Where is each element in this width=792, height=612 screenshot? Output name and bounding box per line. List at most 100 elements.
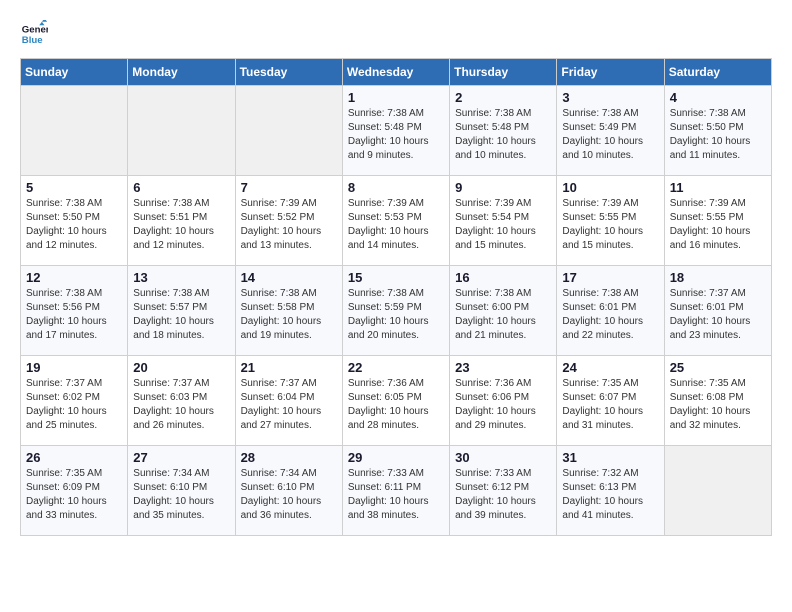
- day-info: Sunrise: 7:38 AM Sunset: 5:51 PM Dayligh…: [133, 197, 229, 253]
- calendar-cell: 18Sunrise: 7:37 AM Sunset: 6:01 PM Dayli…: [664, 266, 771, 356]
- day-number: 6: [133, 180, 229, 195]
- calendar-cell: 20 Sunrise: 7:37 AM Sunset: 6:03 PM Dayli…: [128, 356, 235, 446]
- day-info: Sunrise: 7:36 AM Sunset: 6:05 PM Dayligh…: [348, 377, 444, 433]
- calendar-cell: 19 Sunrise: 7:37 AM Sunset: 6:02 PM Dayli…: [21, 356, 128, 446]
- day-number: 23: [455, 360, 551, 375]
- day-number: 1: [348, 90, 444, 105]
- day-number: 26: [26, 450, 122, 465]
- weekday-header-wednesday: Wednesday: [342, 59, 449, 86]
- day-info: Sunrise: 7:37 AM Sunset: 6:01 PM Dayligh…: [670, 287, 766, 343]
- day-info: Sunrise: 7:39 AM Sunset: 5:55 PM Dayligh…: [670, 197, 766, 253]
- day-number: 30: [455, 450, 551, 465]
- svg-text:Blue: Blue: [22, 35, 43, 46]
- day-number: 28: [241, 450, 337, 465]
- weekday-header-thursday: Thursday: [450, 59, 557, 86]
- day-number: 4: [670, 90, 766, 105]
- calendar-cell: 30 Sunrise: 7:33 AM Sunset: 6:12 PM Dayli…: [450, 446, 557, 536]
- calendar-cell: 15 Sunrise: 7:38 AM Sunset: 5:59 PM Dayli…: [342, 266, 449, 356]
- day-info: Sunrise: 7:38 AM Sunset: 5:50 PM Dayligh…: [670, 107, 766, 163]
- calendar-table: SundayMondayTuesdayWednesdayThursdayFrid…: [20, 58, 772, 536]
- calendar-cell: 23 Sunrise: 7:36 AM Sunset: 6:06 PM Dayli…: [450, 356, 557, 446]
- calendar-cell: 25 Sunrise: 7:35 AM Sunset: 6:08 PM Dayli…: [664, 356, 771, 446]
- day-number: 5: [26, 180, 122, 195]
- day-info: Sunrise: 7:34 AM Sunset: 6:10 PM Dayligh…: [241, 467, 337, 523]
- day-info: Sunrise: 7:39 AM Sunset: 5:54 PM Dayligh…: [455, 197, 551, 253]
- day-number: 20: [133, 360, 229, 375]
- day-info: Sunrise: 7:37 AM Sunset: 6:04 PM Dayligh…: [241, 377, 337, 433]
- day-number: 22: [348, 360, 444, 375]
- day-info: Sunrise: 7:35 AM Sunset: 6:08 PM Dayligh…: [670, 377, 766, 433]
- calendar-cell: 8 Sunrise: 7:39 AM Sunset: 5:53 PM Daylig…: [342, 176, 449, 266]
- calendar-cell: 27 Sunrise: 7:34 AM Sunset: 6:10 PM Dayli…: [128, 446, 235, 536]
- day-info: Sunrise: 7:37 AM Sunset: 6:03 PM Dayligh…: [133, 377, 229, 433]
- calendar-cell: [235, 86, 342, 176]
- day-number: 24: [562, 360, 658, 375]
- day-info: Sunrise: 7:35 AM Sunset: 6:07 PM Dayligh…: [562, 377, 658, 433]
- calendar-cell: 5Sunrise: 7:38 AM Sunset: 5:50 PM Daylig…: [21, 176, 128, 266]
- weekday-header-saturday: Saturday: [664, 59, 771, 86]
- day-info: Sunrise: 7:33 AM Sunset: 6:12 PM Dayligh…: [455, 467, 551, 523]
- day-info: Sunrise: 7:38 AM Sunset: 5:49 PM Dayligh…: [562, 107, 658, 163]
- calendar-cell: 3 Sunrise: 7:38 AM Sunset: 5:49 PM Daylig…: [557, 86, 664, 176]
- weekday-header-monday: Monday: [128, 59, 235, 86]
- day-number: 12: [26, 270, 122, 285]
- calendar-cell: [664, 446, 771, 536]
- day-info: Sunrise: 7:32 AM Sunset: 6:13 PM Dayligh…: [562, 467, 658, 523]
- day-number: 9: [455, 180, 551, 195]
- calendar-cell: 11 Sunrise: 7:39 AM Sunset: 5:55 PM Dayli…: [664, 176, 771, 266]
- logo-icon: General Blue: [20, 20, 48, 48]
- calendar-cell: [21, 86, 128, 176]
- calendar-cell: [128, 86, 235, 176]
- day-info: Sunrise: 7:38 AM Sunset: 5:59 PM Dayligh…: [348, 287, 444, 343]
- day-info: Sunrise: 7:37 AM Sunset: 6:02 PM Dayligh…: [26, 377, 122, 433]
- day-number: 3: [562, 90, 658, 105]
- calendar-cell: 29 Sunrise: 7:33 AM Sunset: 6:11 PM Dayli…: [342, 446, 449, 536]
- svg-text:General: General: [22, 24, 48, 35]
- day-info: Sunrise: 7:35 AM Sunset: 6:09 PM Dayligh…: [26, 467, 122, 523]
- day-number: 7: [241, 180, 337, 195]
- calendar-cell: 7 Sunrise: 7:39 AM Sunset: 5:52 PM Daylig…: [235, 176, 342, 266]
- day-number: 14: [241, 270, 337, 285]
- calendar-cell: 21Sunrise: 7:37 AM Sunset: 6:04 PM Dayli…: [235, 356, 342, 446]
- day-number: 2: [455, 90, 551, 105]
- calendar-cell: 28 Sunrise: 7:34 AM Sunset: 6:10 PM Dayli…: [235, 446, 342, 536]
- calendar-cell: 26 Sunrise: 7:35 AM Sunset: 6:09 PM Dayli…: [21, 446, 128, 536]
- day-info: Sunrise: 7:34 AM Sunset: 6:10 PM Dayligh…: [133, 467, 229, 523]
- calendar-cell: 9 Sunrise: 7:39 AM Sunset: 5:54 PM Daylig…: [450, 176, 557, 266]
- day-number: 11: [670, 180, 766, 195]
- weekday-header-sunday: Sunday: [21, 59, 128, 86]
- day-info: Sunrise: 7:39 AM Sunset: 5:55 PM Dayligh…: [562, 197, 658, 253]
- day-info: Sunrise: 7:38 AM Sunset: 5:56 PM Dayligh…: [26, 287, 122, 343]
- calendar-cell: 10 Sunrise: 7:39 AM Sunset: 5:55 PM Dayli…: [557, 176, 664, 266]
- weekday-header-friday: Friday: [557, 59, 664, 86]
- day-info: Sunrise: 7:38 AM Sunset: 5:57 PM Dayligh…: [133, 287, 229, 343]
- day-number: 31: [562, 450, 658, 465]
- day-info: Sunrise: 7:33 AM Sunset: 6:11 PM Dayligh…: [348, 467, 444, 523]
- day-number: 15: [348, 270, 444, 285]
- weekday-header-tuesday: Tuesday: [235, 59, 342, 86]
- day-info: Sunrise: 7:38 AM Sunset: 5:48 PM Dayligh…: [348, 107, 444, 163]
- day-info: Sunrise: 7:39 AM Sunset: 5:53 PM Dayligh…: [348, 197, 444, 253]
- calendar-cell: 22 Sunrise: 7:36 AM Sunset: 6:05 PM Dayli…: [342, 356, 449, 446]
- day-info: Sunrise: 7:38 AM Sunset: 5:58 PM Dayligh…: [241, 287, 337, 343]
- calendar-cell: 6 Sunrise: 7:38 AM Sunset: 5:51 PM Daylig…: [128, 176, 235, 266]
- logo: General Blue: [20, 20, 52, 48]
- day-number: 29: [348, 450, 444, 465]
- day-info: Sunrise: 7:38 AM Sunset: 5:48 PM Dayligh…: [455, 107, 551, 163]
- day-info: Sunrise: 7:36 AM Sunset: 6:06 PM Dayligh…: [455, 377, 551, 433]
- calendar-cell: 12 Sunrise: 7:38 AM Sunset: 5:56 PM Dayli…: [21, 266, 128, 356]
- calendar-cell: 2 Sunrise: 7:38 AM Sunset: 5:48 PM Daylig…: [450, 86, 557, 176]
- calendar-cell: 17Sunrise: 7:38 AM Sunset: 6:01 PM Dayli…: [557, 266, 664, 356]
- day-number: 8: [348, 180, 444, 195]
- day-info: Sunrise: 7:38 AM Sunset: 6:01 PM Dayligh…: [562, 287, 658, 343]
- calendar-cell: 13Sunrise: 7:38 AM Sunset: 5:57 PM Dayli…: [128, 266, 235, 356]
- day-info: Sunrise: 7:39 AM Sunset: 5:52 PM Dayligh…: [241, 197, 337, 253]
- calendar-cell: 1 Sunrise: 7:38 AM Sunset: 5:48 PM Daylig…: [342, 86, 449, 176]
- calendar-cell: 14 Sunrise: 7:38 AM Sunset: 5:58 PM Dayli…: [235, 266, 342, 356]
- day-number: 25: [670, 360, 766, 375]
- day-number: 16: [455, 270, 551, 285]
- day-number: 27: [133, 450, 229, 465]
- day-number: 19: [26, 360, 122, 375]
- day-number: 10: [562, 180, 658, 195]
- calendar-cell: 24 Sunrise: 7:35 AM Sunset: 6:07 PM Dayli…: [557, 356, 664, 446]
